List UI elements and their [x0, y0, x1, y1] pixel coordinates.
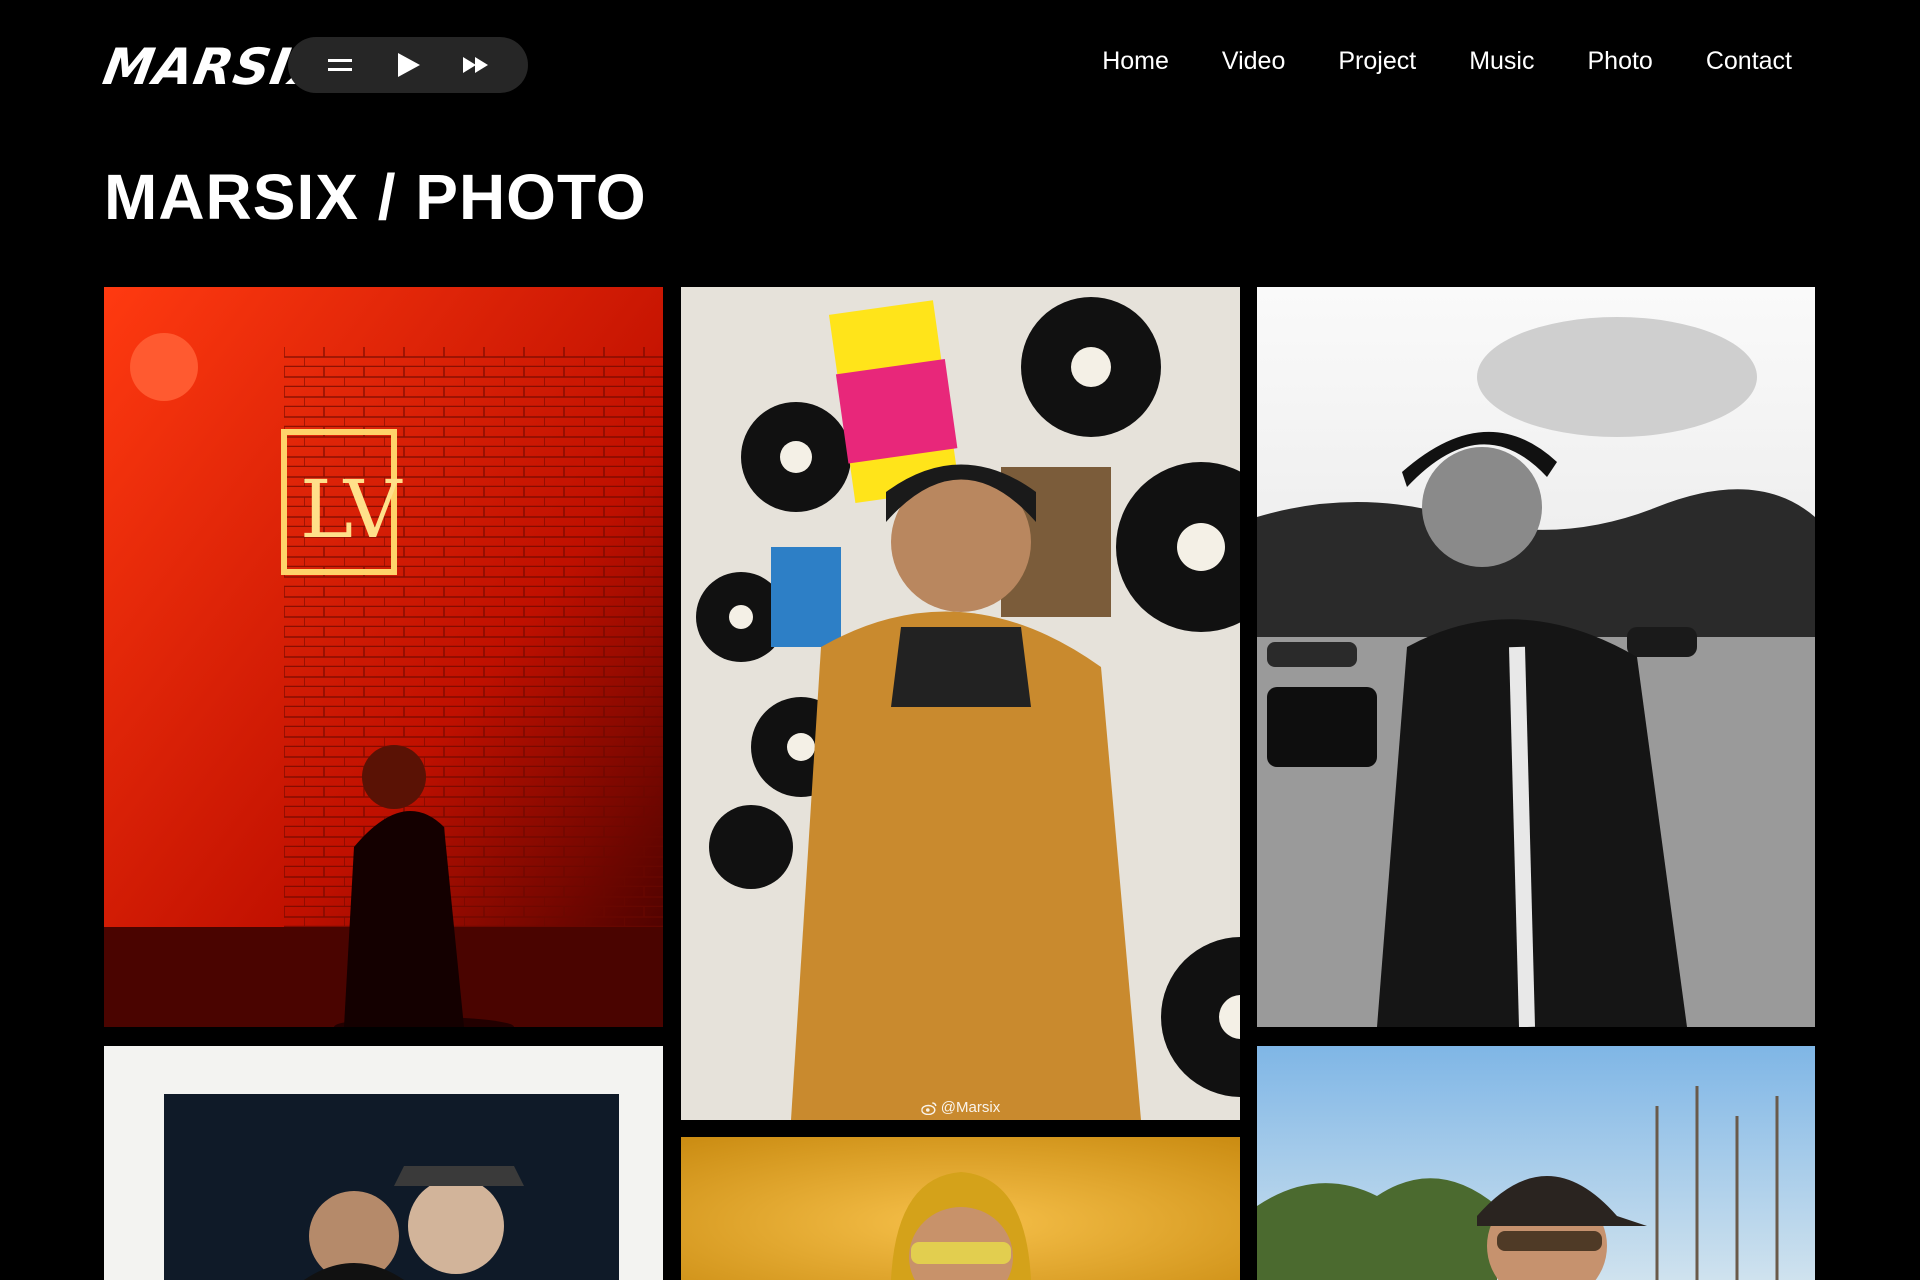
menu-button[interactable] — [320, 45, 360, 85]
hamburger-icon — [328, 59, 352, 71]
bw-camera-image — [1257, 287, 1815, 1027]
play-button[interactable] — [388, 45, 428, 85]
photo-vinyl-wall[interactable]: @Marsix — [681, 287, 1240, 1120]
nav-video[interactable]: Video — [1222, 44, 1286, 78]
photo-yellow-portrait[interactable] — [681, 1137, 1240, 1280]
photo-park-portrait[interactable] — [1257, 1046, 1815, 1280]
photo-red-neon[interactable]: LV — [104, 287, 663, 1027]
audio-player — [288, 37, 528, 93]
main-nav: Home Video Project Music Photo Contact — [1102, 44, 1792, 78]
nav-music[interactable]: Music — [1469, 44, 1534, 78]
vinyl-wall-image — [681, 287, 1240, 1120]
page-title: MARSIX / PHOTO — [104, 161, 647, 233]
weibo-icon — [920, 1101, 936, 1115]
polaroid-image — [104, 1046, 663, 1280]
photo-watermark: @Marsix — [920, 1099, 1001, 1116]
watermark-text: @Marsix — [940, 1099, 1001, 1116]
photo-bw-camera[interactable] — [1257, 287, 1815, 1027]
nav-project[interactable]: Project — [1338, 44, 1416, 78]
fast-forward-icon — [463, 57, 488, 73]
next-button[interactable] — [456, 45, 496, 85]
play-icon — [398, 53, 420, 77]
nav-home[interactable]: Home — [1102, 44, 1169, 78]
nav-photo[interactable]: Photo — [1587, 44, 1652, 78]
yellow-portrait-image — [681, 1137, 1240, 1280]
svg-text:LV: LV — [300, 463, 403, 556]
photo-polaroid[interactable] — [104, 1046, 663, 1280]
nav-contact[interactable]: Contact — [1706, 44, 1792, 78]
red-neon-image: LV — [104, 287, 663, 1027]
park-portrait-image — [1257, 1046, 1815, 1280]
